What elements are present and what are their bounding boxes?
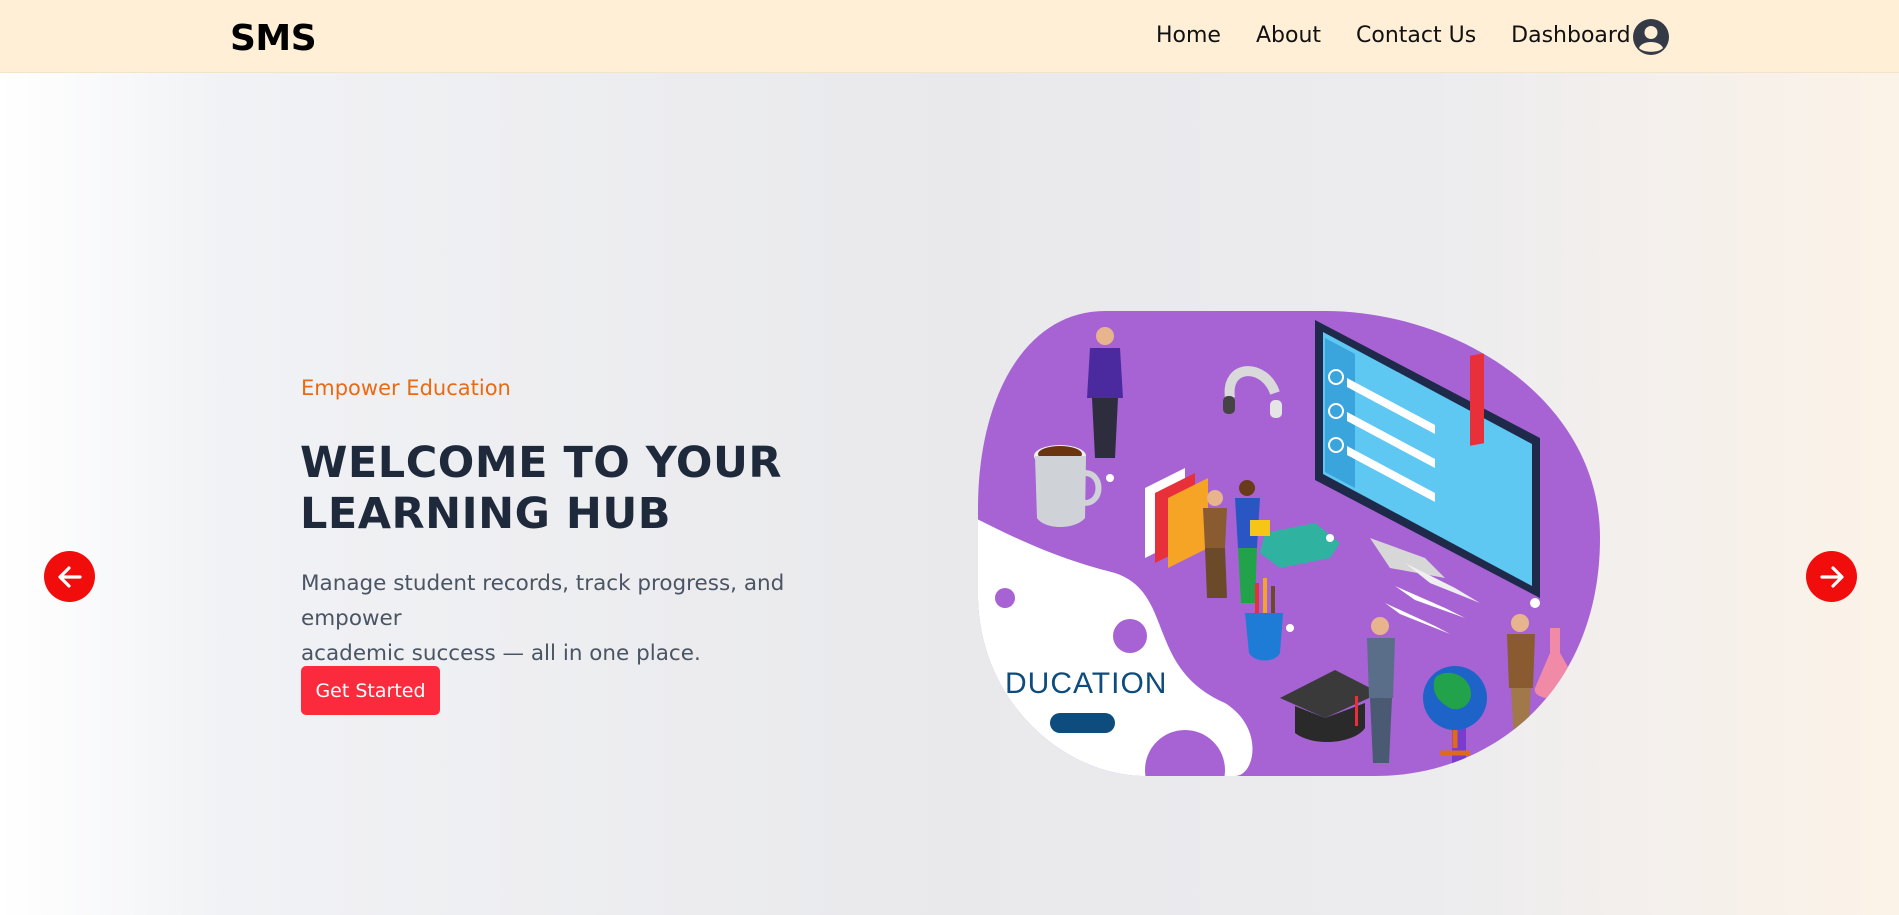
illustration-text: DUCATION <box>1005 667 1167 700</box>
carousel-next-button[interactable] <box>1806 551 1857 602</box>
nav-link-home[interactable]: Home <box>1156 23 1221 48</box>
hero-eyebrow: Empower Education <box>301 376 511 400</box>
hero-title: WELCOME TO YOUR LEARNING HUB <box>300 438 860 540</box>
education-illustration: DUCATION <box>975 308 1602 776</box>
hero-title-line2: LEARNING HUB <box>300 489 672 539</box>
hero-description-line1: Manage student records, track progress, … <box>301 571 785 631</box>
user-circle-icon[interactable] <box>1632 18 1670 56</box>
get-started-button[interactable]: Get Started <box>301 666 440 715</box>
nav-link-contact-us[interactable]: Contact Us <box>1356 23 1476 48</box>
brand-logo[interactable]: SMS <box>230 18 317 59</box>
hero-title-line1: WELCOME TO YOUR <box>300 438 782 488</box>
carousel-prev-button[interactable] <box>44 551 95 602</box>
hero-description-line2: academic success — all in one place. <box>301 641 701 666</box>
nav-link-about[interactable]: About <box>1256 23 1321 48</box>
navbar: SMS Home About Contact Us Dashboard <box>0 0 1899 73</box>
hero-carousel <box>0 74 1899 915</box>
hero-description: Manage student records, track progress, … <box>301 566 881 671</box>
arrow-right-icon <box>1819 565 1844 588</box>
nav-link-dashboard[interactable]: Dashboard <box>1511 23 1630 48</box>
nav-links: Home About Contact Us Dashboard <box>1156 23 1666 48</box>
arrow-left-icon <box>57 565 82 588</box>
